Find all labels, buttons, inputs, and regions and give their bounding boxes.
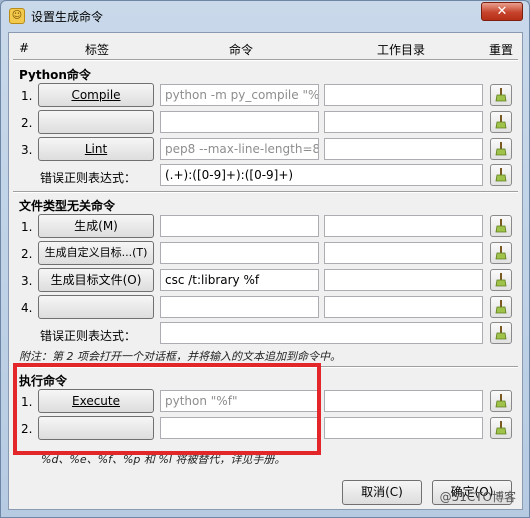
execute-row-1-command[interactable]: python "%f" — [160, 390, 319, 412]
execute-row-2-command[interactable] — [160, 417, 319, 439]
independent-row-1-num: 1. — [21, 220, 33, 234]
watermark: @51CTO博客 — [439, 490, 516, 504]
execute-button[interactable]: Execute — [38, 389, 154, 413]
independent-row-2-workdir[interactable] — [324, 242, 483, 264]
app-icon: ☺ — [9, 8, 25, 24]
independent-row-1-reset[interactable] — [490, 215, 512, 237]
python-row-1-num: 1. — [21, 89, 33, 103]
python-row-2-num: 2. — [21, 116, 33, 130]
broom-icon — [495, 168, 507, 182]
independent-regex-input[interactable] — [160, 322, 483, 344]
close-button[interactable]: ✕ — [481, 2, 523, 21]
title-bar: ☺ 设置生成命令 ✕ — [1, 1, 529, 31]
python-compile-button[interactable]: Compile — [38, 83, 154, 107]
independent-row-2-num: 2. — [21, 247, 33, 261]
python-lint-button[interactable]: Lint — [38, 137, 154, 161]
python-row-1-command[interactable]: python -m py_compile "%f" — [160, 84, 319, 106]
independent-section-title: 文件类型无关命令 — [19, 199, 116, 213]
independent-row-1-workdir[interactable] — [324, 215, 483, 237]
independent-row-4-command[interactable] — [160, 296, 319, 318]
broom-icon — [495, 326, 507, 340]
python-compile-label: Compile — [71, 88, 121, 102]
independent-row-4-num: 4. — [21, 301, 33, 315]
python-row-3-command[interactable]: pep8 --max-line-length=80 — [160, 138, 319, 160]
broom-icon — [495, 421, 507, 435]
python-row-1-reset[interactable] — [490, 84, 512, 106]
header-reset: 重置 — [489, 43, 514, 57]
broom-icon — [495, 246, 507, 260]
python-row-2-button[interactable] — [38, 110, 154, 134]
execute-label: Execute — [72, 394, 120, 408]
broom-icon — [495, 219, 507, 233]
dialog-title: 设置生成命令 — [31, 10, 104, 24]
independent-regex-label: 错误正则表达式： — [40, 329, 137, 343]
header-label: 标签 — [85, 43, 110, 57]
python-row-3-num: 3. — [21, 143, 33, 157]
independent-regex-reset[interactable] — [490, 322, 512, 344]
execute-row-1-reset[interactable] — [490, 390, 512, 412]
build-object-file-button[interactable]: 生成目标文件(O) — [38, 268, 154, 292]
independent-row-3-reset[interactable] — [490, 269, 512, 291]
independent-row-3-workdir[interactable] — [324, 269, 483, 291]
independent-row-2-command[interactable] — [160, 242, 319, 264]
build-make-button[interactable]: 生成(M) — [38, 214, 154, 238]
broom-icon — [495, 88, 507, 102]
footer-note: %d、%e、%f、%p 和 %l 将被替代，详见手册。 — [41, 453, 286, 466]
build-custom-target-button[interactable]: 生成自定义目标...(T) — [38, 241, 154, 265]
independent-note: 附注：第 2 项会打开一个对话框，并将输入的文本追加到命令中。 — [19, 350, 341, 363]
python-row-2-reset[interactable] — [490, 111, 512, 133]
execute-row-1-num: 1. — [21, 395, 33, 409]
independent-row-4-reset[interactable] — [490, 296, 512, 318]
independent-row-4-button[interactable] — [38, 295, 154, 319]
cancel-button[interactable]: 取消(C) — [342, 480, 422, 505]
independent-row-1-command[interactable] — [160, 215, 319, 237]
execute-row-2-workdir[interactable] — [324, 417, 483, 439]
python-regex-input[interactable]: (.+):([0-9]+):([0-9]+) — [160, 164, 483, 186]
dialog-client: # 标签 命令 工作目录 重置 Python命令 1. Compile pyth… — [8, 32, 523, 510]
independent-row-4-workdir[interactable] — [324, 296, 483, 318]
dialog-window: ☺ 设置生成命令 ✕ # 标签 命令 工作目录 重置 Python命令 1. C… — [0, 0, 530, 518]
python-row-3-workdir[interactable] — [324, 138, 483, 160]
independent-row-3-command[interactable]: csc /t:library %f — [160, 269, 319, 291]
separator — [13, 59, 518, 61]
python-row-2-command[interactable] — [160, 111, 319, 133]
broom-icon — [495, 115, 507, 129]
execute-row-2-num: 2. — [21, 422, 33, 436]
python-section-title: Python命令 — [19, 68, 91, 82]
header-workdir: 工作目录 — [377, 43, 426, 57]
header-command: 命令 — [229, 43, 254, 57]
separator — [13, 366, 518, 368]
independent-row-3-num: 3. — [21, 274, 33, 288]
header-num: # — [19, 41, 30, 55]
python-regex-reset[interactable] — [490, 164, 512, 186]
python-regex-label: 错误正则表达式： — [40, 171, 137, 185]
python-lint-label: Lint — [84, 142, 108, 156]
broom-icon — [495, 142, 507, 156]
python-row-3-reset[interactable] — [490, 138, 512, 160]
broom-icon — [495, 394, 507, 408]
independent-row-2-reset[interactable] — [490, 242, 512, 264]
separator — [13, 191, 518, 193]
execute-row-2-reset[interactable] — [490, 417, 512, 439]
python-row-1-workdir[interactable] — [324, 84, 483, 106]
execute-row-2-button[interactable] — [38, 416, 154, 440]
python-row-2-workdir[interactable] — [324, 111, 483, 133]
broom-icon — [495, 273, 507, 287]
broom-icon — [495, 300, 507, 314]
execute-section-title: 执行命令 — [19, 374, 68, 388]
execute-row-1-workdir[interactable] — [324, 390, 483, 412]
